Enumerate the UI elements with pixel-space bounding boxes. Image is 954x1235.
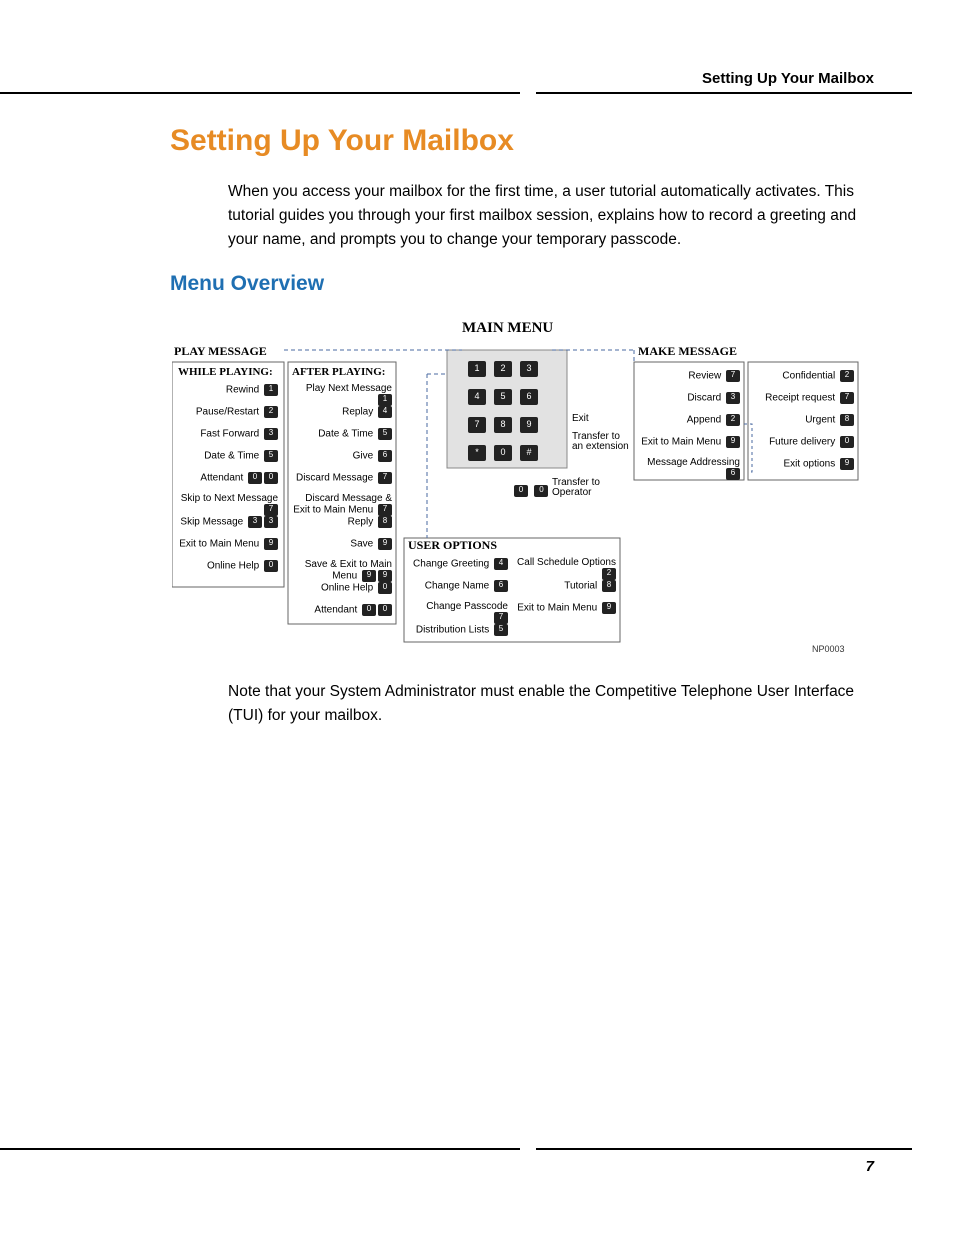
diagram-label-user-options: USER OPTIONS [408,538,497,553]
footer-rule-right [536,1148,912,1150]
diagram-label-after-playing: AFTER PLAYING: [292,366,385,378]
menu-overview-diagram: MAIN MENU PLAY MESSAGE MAKE MESSAGE WHIL… [172,314,872,656]
note-paragraph: Note that your System Administrator must… [228,680,874,728]
page-number: 7 [866,1158,874,1175]
header-rule-left [0,92,520,94]
keypad-transfer-ext-label: Transfer to an extension [572,432,630,452]
keypad-exit-label: Exit [572,414,589,424]
header-rule-right [536,92,912,94]
diagram-label-make-message: MAKE MESSAGE [638,344,737,359]
diagram-label-while-playing: WHILE PLAYING: [178,366,273,378]
diagram-reference-id: NP0003 [812,644,845,654]
section-heading-menu-overview: Menu Overview [170,272,324,296]
page-title: Setting Up Your Mailbox [170,124,514,158]
diagram-label-play-message: PLAY MESSAGE [174,344,267,359]
intro-paragraph: When you access your mailbox for the fir… [228,180,874,252]
running-header: Setting Up Your Mailbox [702,70,874,87]
footer-rule-left [0,1148,520,1150]
diagram-title-main-menu: MAIN MENU [462,320,553,337]
